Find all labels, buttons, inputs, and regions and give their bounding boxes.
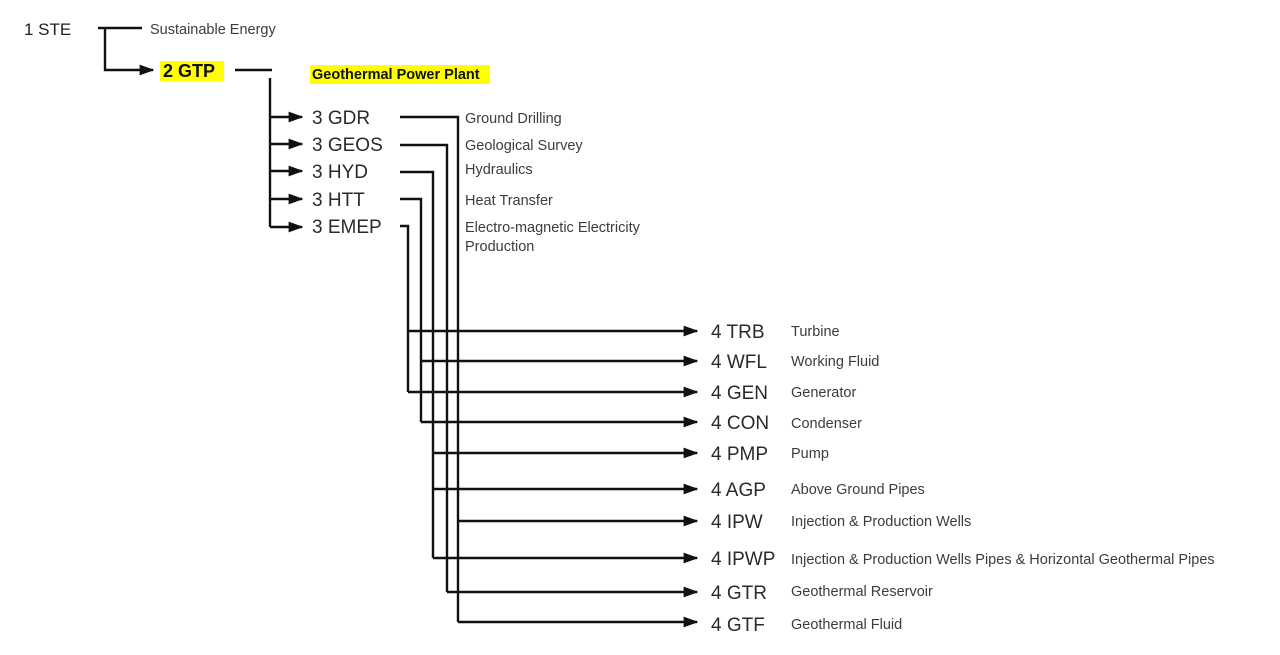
node-label-injection-production-wells-pipes: Injection & Production Wells Pipes & Hor… xyxy=(791,552,1215,568)
node-label-geothermal-reservoir: Geothermal Reservoir xyxy=(791,584,933,600)
node-label-turbine: Turbine xyxy=(791,324,840,340)
node-code-3-gdr[interactable]: 3 GDR xyxy=(312,108,370,129)
node-label-geothermal-power-plant: Geothermal Power Plant xyxy=(312,67,480,83)
node-code-4-trb[interactable]: 4 TRB xyxy=(711,322,765,343)
node-code-4-gen[interactable]: 4 GEN xyxy=(711,383,768,404)
node-label-condenser: Condenser xyxy=(791,416,862,432)
node-code-1-ste[interactable]: 1 STE xyxy=(24,20,71,39)
node-label-working-fluid: Working Fluid xyxy=(791,354,879,370)
node-label-sustainable-energy: Sustainable Energy xyxy=(150,22,276,38)
node-label-heat-transfer: Heat Transfer xyxy=(465,193,553,209)
node-label-generator: Generator xyxy=(791,385,856,401)
node-code-4-ipw[interactable]: 4 IPW xyxy=(711,512,763,533)
node-label-pump: Pump xyxy=(791,446,829,462)
node-label-injection-production-wells: Injection & Production Wells xyxy=(791,514,971,530)
node-label-ground-drilling: Ground Drilling xyxy=(465,111,562,127)
bus-hyd xyxy=(400,170,435,558)
node-code-4-gtr[interactable]: 4 GTR xyxy=(711,583,767,604)
node-label-hydraulics: Hydraulics xyxy=(465,162,533,178)
node-label-emep-line2: Production xyxy=(465,239,534,255)
node-code-4-gtf[interactable]: 4 GTF xyxy=(711,615,765,636)
node-code-3-emep[interactable]: 3 EMEP xyxy=(312,217,382,238)
connector-ste-to-gtp xyxy=(103,28,155,76)
decomposition-tree-diagram: 1 STE Sustainable Energy 2 GTP Geotherma… xyxy=(24,20,1215,636)
node-code-3-htt[interactable]: 3 HTT xyxy=(312,190,365,211)
node-label-emep-line1: Electro-magnetic Electricity xyxy=(465,220,641,236)
node-label-above-ground-pipes: Above Ground Pipes xyxy=(791,482,925,498)
node-code-3-hyd[interactable]: 3 HYD xyxy=(312,162,368,183)
node-code-2-gtp[interactable]: 2 GTP xyxy=(163,61,215,81)
bus-htt xyxy=(400,197,423,422)
node-code-4-pmp[interactable]: 4 PMP xyxy=(711,444,768,465)
node-code-3-geos[interactable]: 3 GEOS xyxy=(312,135,383,156)
node-code-4-wfl[interactable]: 4 WFL xyxy=(711,352,767,373)
node-label-geothermal-fluid: Geothermal Fluid xyxy=(791,617,902,633)
node-code-4-ipwp[interactable]: 4 IPWP xyxy=(711,549,775,570)
node-label-geological-survey: Geological Survey xyxy=(465,138,583,154)
node-code-4-agp[interactable]: 4 AGP xyxy=(711,480,766,501)
bus-emep xyxy=(400,224,410,392)
node-code-4-con[interactable]: 4 CON xyxy=(711,413,769,434)
